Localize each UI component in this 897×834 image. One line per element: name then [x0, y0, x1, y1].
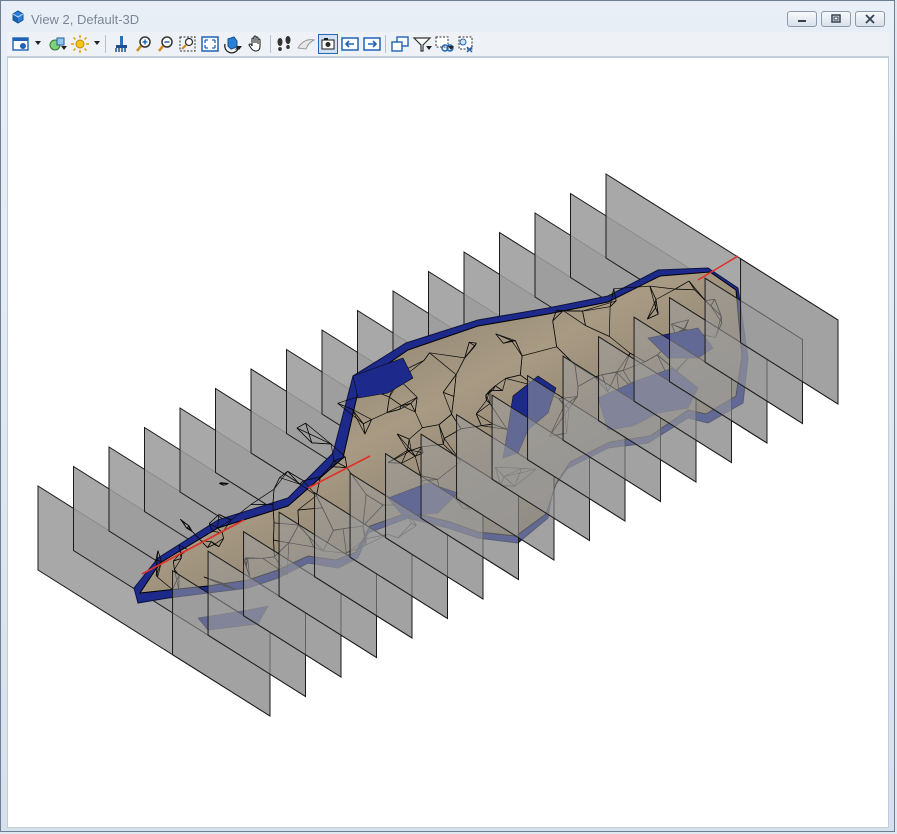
rotate-view-icon	[224, 36, 239, 54]
clip-mask-button[interactable]	[434, 34, 454, 54]
zoom-in-icon	[136, 36, 151, 52]
view-attributes-icon	[12, 37, 29, 51]
brush-icon	[115, 36, 127, 52]
minimize-icon	[798, 20, 806, 22]
toolbar-separator	[270, 35, 271, 53]
zoom-out-button[interactable]	[156, 34, 176, 54]
display-style-dropdown[interactable]	[61, 46, 67, 50]
close-button[interactable]	[855, 11, 885, 27]
mesh-edge	[563, 310, 583, 312]
zoom-in-button[interactable]	[134, 34, 154, 54]
window-area-icon	[179, 36, 196, 52]
window-title: View 2, Default-3D	[31, 12, 140, 27]
camera-button[interactable]	[318, 34, 338, 54]
fly-button[interactable]	[296, 34, 316, 54]
display-style-button[interactable]	[47, 34, 67, 54]
restore-icon	[831, 14, 841, 23]
mesh-edge	[273, 522, 275, 541]
clip-mask-dropdown[interactable]	[448, 46, 454, 50]
model-scene	[37, 173, 839, 717]
clip-volume-icon	[412, 37, 432, 52]
arrow-left-icon	[341, 37, 359, 51]
arrow-right-icon	[363, 37, 381, 51]
lighting-button[interactable]	[70, 34, 90, 54]
update-view-button[interactable]	[111, 34, 131, 54]
view-attributes-button[interactable]	[11, 34, 31, 54]
copy-view-icon	[391, 36, 409, 52]
restore-button[interactable]	[821, 11, 851, 27]
toolbar-separator	[105, 35, 106, 53]
pan-view-button[interactable]	[246, 34, 266, 54]
hand-icon	[248, 35, 261, 52]
toolbar-separator	[385, 35, 386, 53]
fly-icon	[297, 39, 316, 50]
rotate-view-dropdown[interactable]	[236, 46, 242, 50]
display-style-icon	[49, 37, 65, 51]
zoom-out-icon	[158, 36, 173, 52]
sun-icon	[71, 35, 89, 53]
window-area-button[interactable]	[178, 34, 198, 54]
view-previous-button[interactable]	[340, 34, 360, 54]
copy-view-button[interactable]	[390, 34, 410, 54]
fit-view-icon	[201, 36, 219, 52]
view-attributes-dropdown[interactable]	[35, 41, 41, 45]
rotate-view-button[interactable]	[222, 34, 242, 54]
fit-view-button[interactable]	[200, 34, 220, 54]
minimize-button[interactable]	[787, 11, 817, 27]
view-clip-button[interactable]	[412, 34, 432, 54]
title-bar[interactable]: View 2, Default-3D	[1, 1, 894, 31]
view-clip-dropdown[interactable]	[426, 46, 432, 50]
view-toolbar	[7, 32, 889, 57]
view-cube-icon	[12, 10, 24, 24]
clear-clip-icon	[458, 36, 473, 53]
clip-mask-icon	[435, 36, 454, 52]
close-icon	[865, 14, 875, 24]
camera-icon	[321, 38, 335, 50]
clear-clip-button[interactable]	[456, 34, 476, 54]
lighting-dropdown[interactable]	[94, 41, 100, 45]
walk-button[interactable]	[274, 34, 294, 54]
view-window: View 2, Default-3D	[0, 0, 895, 832]
view-next-button[interactable]	[362, 34, 382, 54]
footprints-icon	[277, 36, 291, 51]
view-viewport[interactable]	[7, 57, 889, 828]
